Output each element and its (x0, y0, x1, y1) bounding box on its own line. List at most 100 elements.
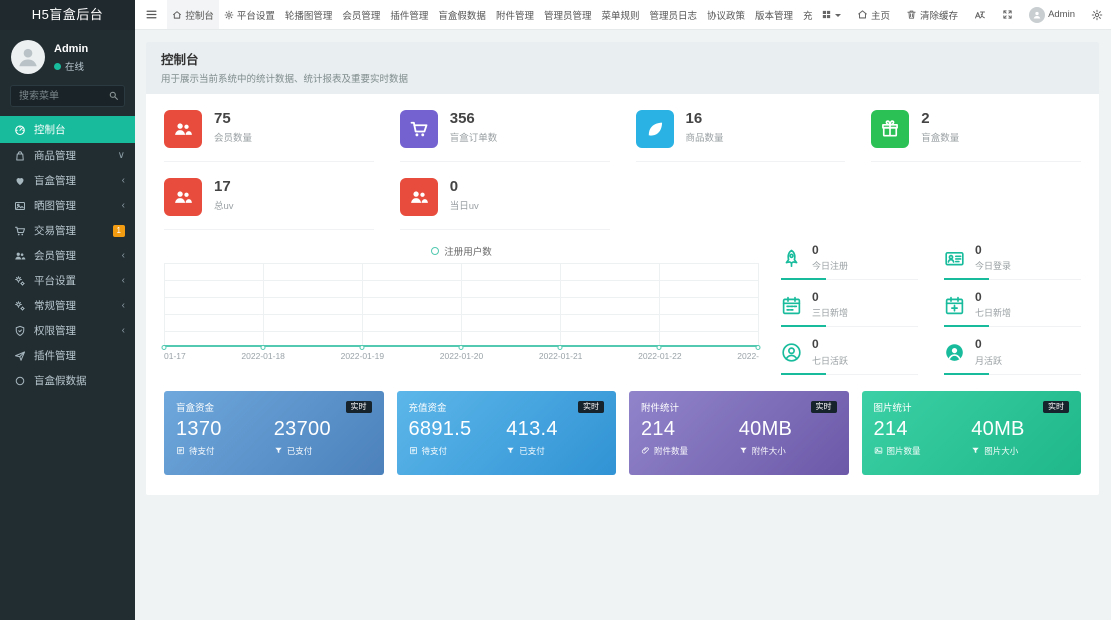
mini-stat-label: 月活跃 (975, 354, 1002, 367)
fund-card: 图片统计 实时 214 图片数量 (862, 391, 1082, 475)
nav-tab[interactable]: 盲盒假数据 (433, 0, 491, 29)
stat-value: 16 (686, 110, 724, 127)
chevron-icon: ‹ (122, 250, 125, 261)
nav-tab[interactable]: 协议政策 (702, 0, 750, 29)
language-button[interactable] (966, 0, 994, 29)
nav-tab-label: 平台设置 (237, 8, 275, 22)
nav-tab[interactable]: 管理员日志 (644, 0, 702, 29)
sidebar-menu-item[interactable]: 插件管理 (0, 343, 135, 368)
nav-tab[interactable]: 平台设置 (219, 0, 280, 29)
x-axis-tick: 2022-01-20 (440, 351, 483, 361)
stat-label: 总uv (214, 198, 234, 212)
fund-left-column: 214 图片数量 (874, 418, 972, 457)
stat-value: 0 (450, 178, 479, 195)
nav-tab-label: 会员管理 (342, 8, 380, 22)
avatar (11, 40, 45, 74)
mini-stat: 0 月活跃 (944, 338, 1081, 374)
users-icon (14, 250, 26, 262)
navbar-user-menu[interactable]: Admin (1021, 0, 1083, 29)
fund-right-value: 40MB (971, 418, 1069, 441)
fund-right-column: 23700 已支付 (274, 418, 372, 457)
stat-value: 356 (450, 110, 498, 127)
sidebar-menu-item[interactable]: 交易管理 1 (0, 218, 135, 243)
fund-right-label-text: 已支付 (287, 445, 313, 457)
gears-icon (14, 275, 26, 287)
page-header: 控制台 用于展示当前系统中的统计数据、统计报表及重要实时数据 (146, 42, 1099, 94)
fund-right-label: 图片大小 (971, 445, 1069, 457)
fund-card-header: 盲盒资金 实时 (176, 400, 372, 414)
sidebar-menu-item[interactable]: 控制台 (0, 116, 135, 143)
clear-cache-label: 清除缓存 (920, 8, 958, 22)
nav-tab[interactable]: 控制台 (167, 0, 219, 29)
image-icon (14, 200, 26, 212)
chevron-icon: ‹ (122, 200, 125, 211)
sidebar-menu-item[interactable]: 常规管理 ‹ (0, 293, 135, 318)
menu-item-label: 控制台 (34, 122, 125, 137)
mini-stat: 0 今日登录 (944, 244, 1081, 280)
menu-item-label: 常规管理 (34, 298, 122, 313)
permission-icon (14, 325, 26, 337)
middle-row: 注册用户数 2022-01-172022-01-182022-01-192022… (164, 244, 1081, 375)
mini-stat-label: 七日活跃 (812, 354, 848, 367)
main-area: 控制台 平台设置 轮播图管理 会员管理 (135, 0, 1111, 620)
fund-left-label: 待支付 (176, 445, 274, 457)
nav-tab[interactable]: 充值选项 (798, 0, 813, 29)
sidebar-menu-item[interactable]: 晒图管理 ‹ (0, 193, 135, 218)
page-title: 控制台 (161, 49, 1084, 68)
mini-stat-value: 0 (812, 244, 848, 257)
nav-tab[interactable]: 管理员管理 (539, 0, 597, 29)
fund-left-label-text: 待支付 (422, 445, 448, 457)
stat-card-icon-box (400, 178, 438, 216)
stat-card-icon-box (400, 110, 438, 148)
id-card-icon (944, 248, 965, 269)
nav-tab[interactable]: 会员管理 (337, 0, 385, 29)
grid-menu-button[interactable] (813, 0, 849, 29)
cart-icon (409, 119, 429, 139)
user-outline-icon (781, 342, 802, 363)
fund-card-title: 充值资金 (409, 400, 447, 414)
fund-right-column: 40MB 附件大小 (739, 418, 837, 457)
chart-legend[interactable]: 注册用户数 (164, 244, 759, 258)
nav-tabs: 控制台 平台设置 轮播图管理 会员管理 (167, 0, 813, 29)
calendar-icon (781, 295, 802, 316)
menu-item-label: 平台设置 (34, 273, 122, 288)
nav-tab[interactable]: 菜单规则 (596, 0, 644, 29)
hamburger-icon[interactable] (135, 0, 167, 29)
settings-gear-button[interactable] (1083, 0, 1111, 29)
nav-tab[interactable]: 附件管理 (491, 0, 539, 29)
nav-tab-label: 轮播图管理 (285, 8, 333, 22)
paperclip-icon (641, 446, 650, 455)
chart-x-axis: 2022-01-172022-01-182022-01-192022-01-20… (164, 347, 759, 362)
fund-left-column: 1370 待支付 (176, 418, 274, 457)
home-link[interactable]: 主页 (849, 0, 898, 29)
stat-card-icon-box (164, 178, 202, 216)
sidebar-menu-item[interactable]: 平台设置 ‹ (0, 268, 135, 293)
sidebar-menu-item[interactable]: 商品管理 ∨ (0, 143, 135, 168)
nav-tab[interactable]: 插件管理 (385, 0, 433, 29)
page-subtitle: 用于展示当前系统中的统计数据、统计报表及重要实时数据 (161, 71, 1084, 85)
nav-tab[interactable]: 轮播图管理 (280, 0, 338, 29)
stat-label: 盲盒数量 (921, 130, 959, 144)
cart-icon (14, 225, 26, 237)
fund-right-value: 40MB (739, 418, 837, 441)
chevron-icon: ‹ (122, 275, 125, 286)
navbar-username: Admin (1048, 9, 1075, 20)
stat-card: 75 会员数量 (164, 110, 374, 162)
stat-card: 356 盲盒订单数 (400, 110, 610, 162)
realtime-badge: 实时 (811, 401, 837, 413)
fund-right-column: 40MB 图片大小 (971, 418, 1069, 457)
leaf-icon (645, 119, 665, 139)
sidebar-menu-item[interactable]: 盲盒管理 ‹ (0, 168, 135, 193)
fullscreen-button[interactable] (994, 0, 1021, 29)
sidebar-menu-item[interactable]: 盲盒假数据 (0, 368, 135, 393)
fund-right-label-text: 已支付 (519, 445, 545, 457)
menu-item-label: 会员管理 (34, 248, 122, 263)
sidebar-menu-item[interactable]: 会员管理 ‹ (0, 243, 135, 268)
sidebar-menu-item[interactable]: 权限管理 ‹ (0, 318, 135, 343)
stat-card: 17 总uv (164, 178, 374, 230)
shop-icon (14, 150, 26, 162)
mini-stat: 0 七日新增 (944, 291, 1081, 327)
nav-tab[interactable]: 版本管理 (750, 0, 798, 29)
x-axis-tick: 2022-01-19 (341, 351, 384, 361)
clear-cache-button[interactable]: 清除缓存 (898, 0, 966, 29)
